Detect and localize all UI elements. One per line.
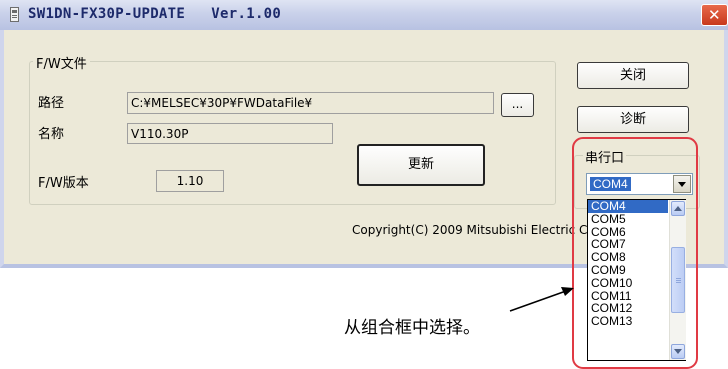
close-icon: ✕ bbox=[708, 6, 721, 24]
path-field[interactable]: C:¥MELSEC¥30P¥FWDataFile¥ bbox=[127, 92, 494, 114]
diagnose-button[interactable]: 诊断 bbox=[577, 106, 689, 133]
update-button[interactable]: 更新 bbox=[357, 144, 485, 186]
arrow-line bbox=[509, 290, 567, 312]
app-icon bbox=[10, 7, 19, 22]
close-button[interactable]: 关闭 bbox=[577, 62, 689, 89]
title-bar[interactable]: SW1DN-FX30P-UPDATE Ver.1.00 ✕ bbox=[0, 0, 728, 31]
window-title: SW1DN-FX30P-UPDATE Ver.1.00 bbox=[28, 6, 282, 22]
version-field: 1.10 bbox=[156, 170, 224, 192]
name-label: 名称 bbox=[38, 127, 65, 142]
window-close-button[interactable]: ✕ bbox=[701, 4, 728, 26]
version-label: F/W版本 bbox=[38, 176, 89, 191]
browse-button[interactable]: ... bbox=[501, 93, 534, 117]
annotation-caption: 从组合框中选择。 bbox=[344, 318, 480, 338]
path-label: 路径 bbox=[38, 96, 65, 111]
highlight-frame bbox=[572, 137, 698, 369]
firmware-group-label: F/W文件 bbox=[33, 53, 90, 72]
name-field: V110.30P bbox=[127, 123, 333, 144]
